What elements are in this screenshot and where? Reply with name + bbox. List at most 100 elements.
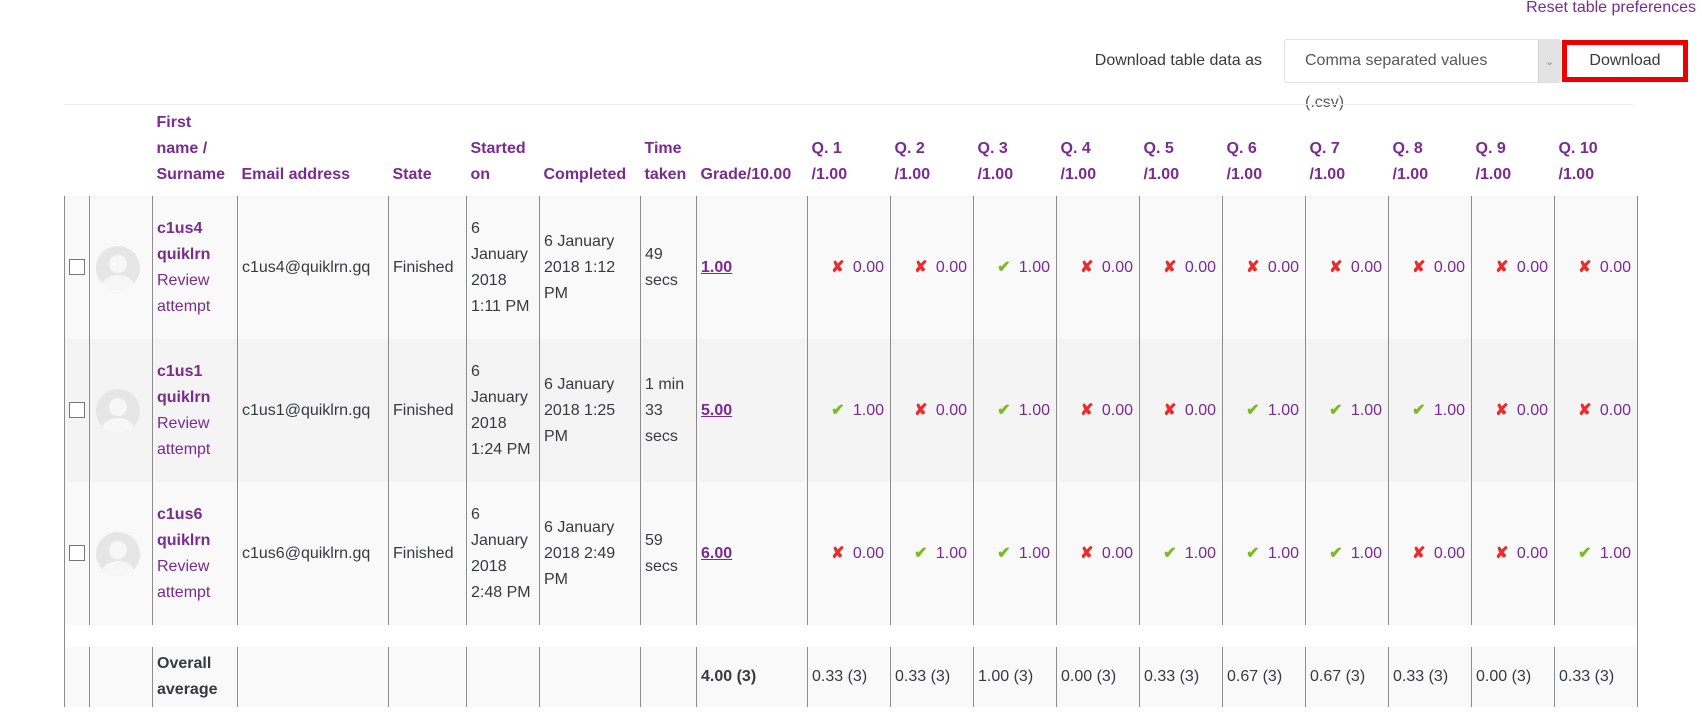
download-controls: Download table data as Comma separated v… <box>1094 39 1688 111</box>
question-mark-value: 0.00 <box>1516 544 1548 562</box>
grade-cell: 1.00 <box>696 196 808 339</box>
header-q5[interactable]: Q. 5/1.00 <box>1140 106 1223 196</box>
header-select <box>65 106 90 196</box>
header-completed[interactable]: Completed <box>540 106 641 196</box>
download-label: Download table data as <box>1094 52 1262 69</box>
q-label: Q. 8 <box>1392 140 1423 157</box>
row-checkbox[interactable] <box>69 402 85 419</box>
q-max: /1.00 <box>1060 166 1097 183</box>
question-cell[interactable]: ✘ 0.00 <box>1305 196 1389 339</box>
reset-table-preferences-link[interactable]: Reset table preferences <box>1526 0 1696 18</box>
header-q1[interactable]: Q. 1/1.00 <box>808 106 891 196</box>
header-q9[interactable]: Q. 9/1.00 <box>1472 106 1555 196</box>
row-checkbox[interactable] <box>69 259 85 276</box>
avatar[interactable] <box>96 531 140 576</box>
table-row: c1us6 quiklrn Review attempt c1us6@quikl… <box>64 482 1638 625</box>
question-cell[interactable]: ✘ 0.00 <box>807 482 891 625</box>
question-mark-value: 0.00 <box>852 258 884 276</box>
cross-icon: ✘ <box>1412 258 1426 276</box>
avatar[interactable] <box>96 245 140 290</box>
question-cell[interactable]: ✘ 0.00 <box>890 339 974 482</box>
header-started[interactable]: Started on <box>467 106 540 196</box>
grade-link[interactable]: 6.00 <box>701 545 732 562</box>
average-question-cell: 0.33 (3) <box>807 647 891 707</box>
download-button[interactable]: Download <box>1562 40 1688 82</box>
question-mark-value: 1.00 <box>1184 544 1216 562</box>
header-q10[interactable]: Q. 10/1.00 <box>1555 106 1638 196</box>
question-cell[interactable]: ✔ 1.00 <box>1388 339 1472 482</box>
question-cell[interactable]: ✘ 0.00 <box>1554 196 1638 339</box>
question-mark-value: 1.00 <box>1267 401 1299 419</box>
grade-cell: 5.00 <box>696 339 808 482</box>
cross-icon: ✘ <box>1080 544 1094 562</box>
user-name-link[interactable]: c1us1 quiklrn <box>157 359 233 411</box>
table-header-row: First name / Surname Email address State… <box>65 106 1638 196</box>
question-cell[interactable]: ✘ 0.00 <box>1139 339 1223 482</box>
question-cell[interactable]: ✘ 0.00 <box>1056 196 1140 339</box>
email-cell: c1us4@quiklrn.gq <box>237 196 389 339</box>
check-icon: ✔ <box>831 401 845 419</box>
question-cell[interactable]: ✔ 1.00 <box>973 482 1057 625</box>
grade-link[interactable]: 1.00 <box>701 259 732 276</box>
cross-icon: ✘ <box>1495 544 1509 562</box>
user-name-link[interactable]: c1us6 quiklrn <box>157 502 233 554</box>
name-cell: c1us4 quiklrn Review attempt <box>152 196 238 339</box>
q-label: Q. 3 <box>977 140 1008 157</box>
header-q8[interactable]: Q. 8/1.00 <box>1389 106 1472 196</box>
question-cell[interactable]: ✘ 0.00 <box>890 196 974 339</box>
review-attempt-link[interactable]: Review attempt <box>157 411 233 463</box>
cross-icon: ✘ <box>914 258 928 276</box>
average-grade: 4.00 (3) <box>701 668 757 685</box>
question-cell[interactable]: ✔ 1.00 <box>807 339 891 482</box>
question-cell[interactable]: ✔ 1.00 <box>1554 482 1638 625</box>
picture-cell <box>89 196 153 339</box>
question-cell[interactable]: ✔ 1.00 <box>973 196 1057 339</box>
header-state[interactable]: State <box>389 106 467 196</box>
avatar[interactable] <box>96 388 140 433</box>
header-grade[interactable]: Grade/10.00 <box>697 106 808 196</box>
header-q2[interactable]: Q. 2/1.00 <box>891 106 974 196</box>
question-cell[interactable]: ✘ 0.00 <box>1554 339 1638 482</box>
cross-icon: ✘ <box>1329 258 1343 276</box>
started-cell: 6 January 2018 2:48 PM <box>466 482 540 625</box>
question-mark-value: 1.00 <box>1350 544 1382 562</box>
question-cell[interactable]: ✘ 0.00 <box>1471 339 1555 482</box>
user-name-link[interactable]: c1us4 quiklrn <box>157 216 233 268</box>
question-cell[interactable]: ✘ 0.00 <box>1222 196 1306 339</box>
question-mark-value: 0.00 <box>852 544 884 562</box>
question-cell[interactable]: ✘ 0.00 <box>1471 196 1555 339</box>
cross-icon: ✘ <box>1412 544 1426 562</box>
header-q7[interactable]: Q. 7/1.00 <box>1306 106 1389 196</box>
question-cell[interactable]: ✘ 0.00 <box>1388 196 1472 339</box>
grade-link[interactable]: 5.00 <box>701 402 732 419</box>
header-q6[interactable]: Q. 6/1.00 <box>1223 106 1306 196</box>
completed-cell: 6 January 2018 1:25 PM <box>539 339 641 482</box>
q-label: Q. 4 <box>1060 140 1091 157</box>
question-cell[interactable]: ✔ 1.00 <box>1139 482 1223 625</box>
question-cell[interactable]: ✘ 0.00 <box>807 196 891 339</box>
question-cell[interactable]: ✔ 1.00 <box>1305 339 1389 482</box>
row-checkbox[interactable] <box>69 545 85 562</box>
header-time[interactable]: Time taken <box>641 106 697 196</box>
question-cell[interactable]: ✔ 1.00 <box>890 482 974 625</box>
check-icon: ✔ <box>1163 544 1177 562</box>
header-email[interactable]: Email address <box>238 106 389 196</box>
question-cell[interactable]: ✘ 0.00 <box>1471 482 1555 625</box>
started-cell: 6 January 2018 1:24 PM <box>466 339 540 482</box>
question-cell[interactable]: ✔ 1.00 <box>1222 339 1306 482</box>
review-attempt-link[interactable]: Review attempt <box>157 268 233 320</box>
header-q3[interactable]: Q. 3/1.00 <box>974 106 1057 196</box>
header-name[interactable]: First name / Surname <box>153 106 238 196</box>
cross-icon: ✘ <box>1495 401 1509 419</box>
question-cell[interactable]: ✘ 0.00 <box>1056 482 1140 625</box>
question-cell[interactable]: ✔ 1.00 <box>973 339 1057 482</box>
review-attempt-link[interactable]: Review attempt <box>157 554 233 606</box>
question-cell[interactable]: ✘ 0.00 <box>1388 482 1472 625</box>
question-cell[interactable]: ✘ 0.00 <box>1139 196 1223 339</box>
question-cell[interactable]: ✘ 0.00 <box>1056 339 1140 482</box>
download-format-select[interactable]: Comma separated values (.csv) ⌄ <box>1284 39 1561 111</box>
question-cell[interactable]: ✔ 1.00 <box>1222 482 1306 625</box>
header-q4[interactable]: Q. 4/1.00 <box>1057 106 1140 196</box>
question-cell[interactable]: ✔ 1.00 <box>1305 482 1389 625</box>
chevron-down-icon[interactable]: ⌄ <box>1538 40 1560 82</box>
